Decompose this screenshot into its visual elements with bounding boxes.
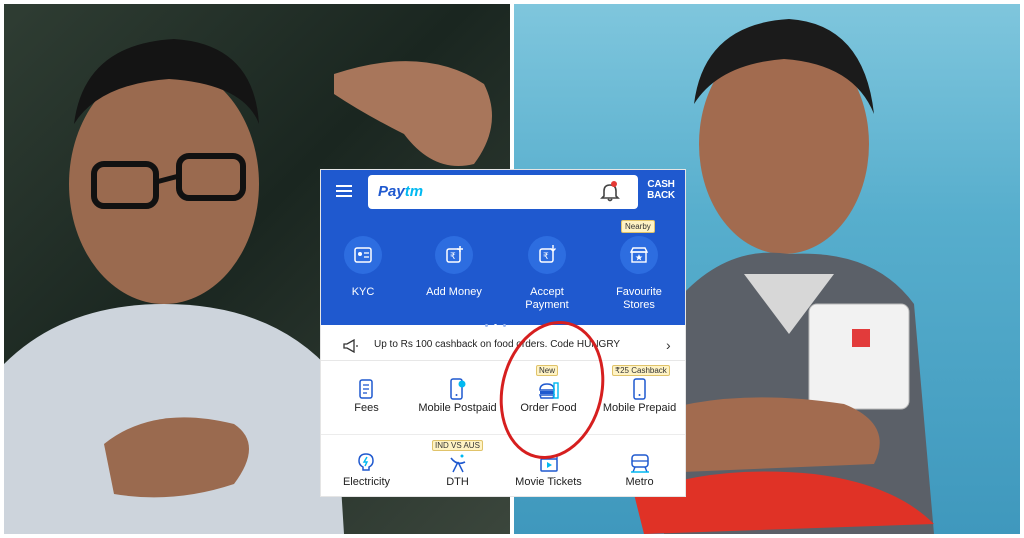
cashback-line1: CASH [647, 179, 675, 190]
cashback-line2: BACK [647, 190, 675, 201]
service-label: Metro [625, 476, 654, 488]
quick-action-kyc[interactable]: KYC [323, 236, 403, 299]
quick-action-add-money[interactable]: ₹ Add Money [414, 236, 494, 299]
accept-payment-icon: ₹ [539, 245, 556, 263]
dth-icon [450, 454, 466, 473]
quick-action-label: KYC [351, 286, 375, 298]
store-icon [629, 247, 649, 263]
fees-icon [359, 379, 373, 399]
cashback-button[interactable]: CASH BACK [645, 179, 677, 209]
nearby-badge: Nearby [621, 220, 655, 233]
new-badge: New [536, 365, 559, 376]
metro-icon [631, 454, 649, 473]
promo-text: Up to Rs 100 cashback on food orders. Co… [374, 339, 621, 350]
service-label: DTH [446, 476, 469, 488]
bell-icon[interactable] [599, 181, 621, 203]
search-bar[interactable]: Paytm [368, 175, 638, 209]
paytm-app-screen: Paytm CASH BACK Nearby KYC ₹ Add Money ₹… [321, 170, 685, 496]
hamburger-menu-icon[interactable] [331, 179, 357, 205]
service-label: Order Food [520, 402, 577, 414]
service-label: Electricity [342, 476, 391, 488]
service-tile-mobile-prepaid[interactable]: ₹25 Cashback Mobile Prepaid [594, 362, 685, 435]
carousel-dots [482, 314, 522, 327]
quick-action-accept-payment[interactable]: ₹ Accept Payment [507, 236, 587, 312]
service-tile-mobile-postpaid[interactable]: Mobile Postpaid [412, 362, 504, 435]
quick-action-favourite-stores[interactable]: Favourite Stores [599, 236, 679, 312]
service-tile-order-food[interactable]: New Order Food [503, 362, 595, 435]
cashback-badge: ₹25 Cashback [612, 365, 670, 376]
service-label: Mobile Prepaid [602, 402, 677, 414]
quick-action-label: Add Money [426, 286, 482, 298]
ind-vs-aus-badge: IND VS AUS [432, 440, 483, 451]
service-tile-metro[interactable]: Metro [594, 436, 685, 496]
svg-text:₹: ₹ [543, 252, 549, 262]
add-money-icon: ₹ [446, 246, 463, 263]
service-tile-dth[interactable]: IND VS AUS DTH [412, 436, 504, 496]
service-tile-movie-tickets[interactable]: Movie Tickets [503, 436, 595, 496]
movie-icon [540, 454, 558, 472]
megaphone-icon [343, 339, 358, 353]
app-header: Paytm CASH BACK Nearby KYC ₹ Add Money ₹… [321, 170, 685, 327]
quick-action-label: Favourite Stores [616, 286, 662, 311]
paytm-logo: Paytm [378, 183, 424, 200]
food-icon [538, 382, 559, 399]
mobile-prepaid-icon [633, 378, 646, 400]
chevron-right-icon[interactable]: › [666, 337, 671, 353]
promo-banner[interactable]: Up to Rs 100 cashback on food orders. Co… [321, 332, 685, 361]
kyc-icon [354, 247, 372, 263]
svg-text:₹: ₹ [450, 252, 456, 262]
service-label: Fees [354, 402, 379, 414]
service-label: Movie Tickets [515, 476, 582, 488]
service-label: Mobile Postpaid [418, 402, 497, 414]
notification-dot [611, 181, 617, 187]
service-tile-fees[interactable]: Fees [321, 362, 413, 435]
service-tile-electricity[interactable]: Electricity [321, 436, 413, 496]
quick-action-label: Accept Payment [525, 286, 569, 311]
mobile-postpaid-icon [450, 378, 466, 400]
electricity-icon [358, 453, 374, 471]
